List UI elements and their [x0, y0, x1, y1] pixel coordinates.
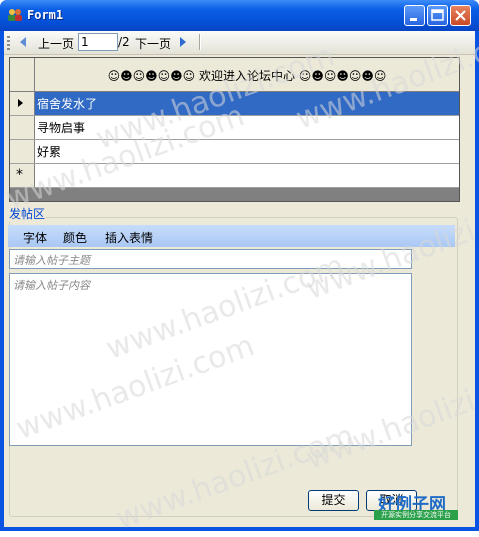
minimize-button[interactable] — [404, 5, 425, 26]
grid-header: ☺☻☺☻☺☻☺ 欢迎进入论坛中心 ☺☻☺☻☺☻☺ — [10, 58, 459, 92]
window-title: Form1 — [27, 8, 64, 22]
post-menu-bar: 字体 颜色 插入表情 — [8, 225, 455, 247]
menu-item-insert-emoji[interactable]: 插入表情 — [105, 229, 153, 246]
next-page-button[interactable]: 下一页 — [135, 35, 171, 52]
binding-navigator: 上一页 /2 下一页 — [4, 31, 475, 55]
close-button[interactable] — [450, 5, 471, 26]
content-textarea[interactable]: 请输入帖子内容 — [9, 273, 412, 446]
menu-item-font[interactable]: 字体 — [23, 229, 47, 246]
page-number-input[interactable] — [78, 33, 118, 51]
row-header[interactable] — [10, 116, 35, 139]
row-header[interactable] — [10, 140, 35, 163]
maximize-icon — [431, 9, 444, 21]
logo-sub-text: 开源实例分享交流平台 — [374, 510, 458, 520]
toolbar-separator — [199, 34, 201, 50]
app-icon — [8, 9, 22, 21]
post-area-title: 发帖区 — [8, 205, 47, 222]
row-header[interactable] — [10, 92, 35, 115]
grid-cell[interactable]: 寻物启事 — [35, 116, 459, 139]
close-icon — [455, 10, 466, 21]
minimize-icon — [410, 18, 417, 21]
current-row-icon — [18, 99, 23, 107]
new-row-icon: * — [16, 167, 23, 183]
table-row[interactable]: 宿舍发水了 — [10, 92, 459, 116]
submit-button[interactable]: 提交 — [308, 490, 359, 511]
grid-cell[interactable]: 好累 — [35, 140, 459, 163]
prev-arrow-icon[interactable] — [20, 37, 26, 47]
menu-item-color[interactable]: 颜色 — [63, 229, 87, 246]
grid-corner[interactable] — [10, 58, 35, 91]
grid-cell[interactable] — [35, 164, 459, 187]
prev-page-button[interactable]: 上一页 — [38, 35, 74, 52]
client-area: 上一页 /2 下一页 ☺☻☺☻☺☻☺ 欢迎进入论坛中心 ☺☻☺☻☺☻☺ 宿舍发水… — [4, 31, 475, 527]
maximize-button[interactable] — [427, 5, 448, 26]
table-row[interactable]: 寻物启事 — [10, 116, 459, 140]
next-arrow-icon[interactable] — [180, 37, 186, 47]
forum-grid: ☺☻☺☻☺☻☺ 欢迎进入论坛中心 ☺☻☺☻☺☻☺ 宿舍发水了 寻物启事 好累 * — [9, 57, 460, 202]
grid-cell[interactable]: 宿舍发水了 — [35, 92, 459, 115]
page-total-label: /2 — [118, 35, 130, 49]
title-bar[interactable]: Form1 — [0, 0, 479, 31]
table-row[interactable]: 好累 — [10, 140, 459, 164]
grid-column-header[interactable]: ☺☻☺☻☺☻☺ 欢迎进入论坛中心 ☺☻☺☻☺☻☺ — [35, 67, 459, 84]
new-row[interactable]: * — [10, 164, 459, 188]
toolstrip-grip[interactable] — [7, 36, 10, 50]
row-header[interactable]: * — [10, 164, 35, 187]
site-logo: 好例子网 开源实例分享交流平台 — [374, 490, 458, 522]
subject-input[interactable]: 请输入帖子主题 — [9, 249, 412, 269]
form1-window: Form1 上一页 /2 下一页 ☺☻☺☻☺☻☺ 欢迎进入论坛中心 ☺☻☺☻☺☻… — [0, 0, 479, 537]
